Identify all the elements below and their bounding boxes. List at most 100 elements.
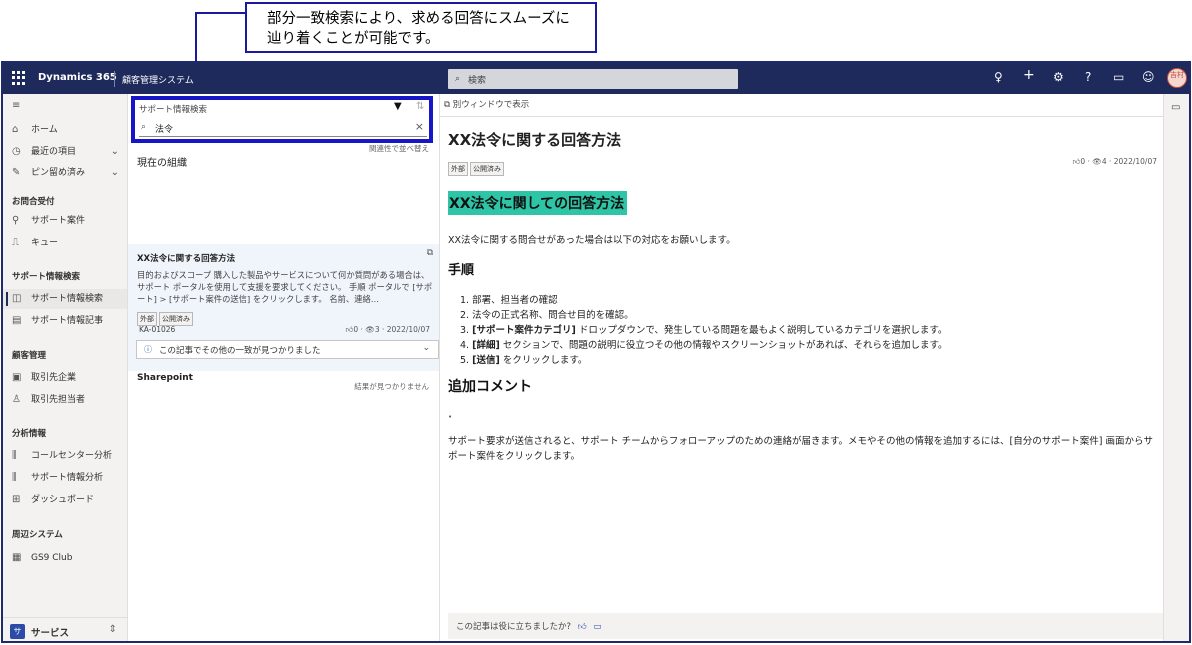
wrench-icon: ⚲ [12, 215, 20, 226]
sidebar-group-title: サポート情報検索 [12, 272, 81, 282]
chevron-updown-icon: ⇕ [108, 624, 117, 635]
sidebar-item-label: 取引先企業 [31, 373, 77, 383]
callout-line2: 辿り着くことが可能です。 [267, 31, 440, 47]
chat-icon[interactable]: ▭ [1171, 102, 1180, 113]
search-icon: ⌕ [455, 74, 461, 84]
list-item: 3. [サポート案件カテゴリ] ドロップダウンで、発生している問題を最もよく説明… [460, 325, 948, 336]
divider [440, 116, 1163, 117]
settings-icon[interactable]: ⚙ [1053, 70, 1064, 84]
sidebar-item-label: 取引先担当者 [31, 395, 86, 405]
sidebar-item-gs9-club[interactable]: ▦ GS9 Club [3, 548, 127, 568]
steps-heading: 手順 [448, 263, 475, 278]
tag: 外部 [448, 162, 468, 176]
chevron-down-icon: ⌄ [422, 343, 430, 353]
comment-icon[interactable]: ▭ [593, 622, 601, 632]
clock-icon: ◷ [12, 146, 21, 157]
sidebar-item-kb-search[interactable]: ◫ サポート情報検索 [3, 289, 127, 309]
list-item: 1. 部署、担当者の確認 [460, 295, 558, 306]
sidebar-group-title: お問合受付 [12, 197, 55, 207]
analytics-icon: ⫼ [12, 472, 17, 483]
analytics-icon: ⫼ [12, 450, 17, 461]
kb-result-id: KA-01026 [139, 325, 176, 334]
sharepoint-no-results: 結果が見つかりません [354, 382, 429, 391]
bullet-dot: • [448, 413, 453, 421]
sidebar-item-kb-analytics[interactable]: ⫼ サポート情報分析 [3, 468, 127, 488]
sidebar: ≡ ⌂ ホーム ◷ 最近の項目 ⌄ ✎ ピン留め済み ⌄ お問合受付 ⚲ サポート案件 ⎍ キ… [3, 94, 128, 641]
sidebar-item-cases[interactable]: ⚲ サポート案件 [3, 211, 127, 231]
comment-text: サポート要求が送信されると、サポート チームからフォローアップのための連絡が届き… [448, 436, 1153, 462]
sidebar-item-queue[interactable]: ⎍ キュー [3, 233, 127, 253]
likes-count: 0 [1080, 157, 1086, 166]
views-count: 3 [374, 325, 380, 334]
kb-search-highlight: サポート情報検索 ▼ ⇅ ⌕ 法令 × [131, 96, 433, 143]
chevron-down-icon[interactable]: ⌄ [111, 163, 119, 183]
sidebar-item-home[interactable]: ⌂ ホーム [3, 120, 127, 140]
sidebar-item-contacts[interactable]: ♙ 取引先担当者 [3, 390, 127, 410]
comment-heading: 追加コメント [448, 379, 532, 395]
app-window: Dynamics 365 顧客管理システム ⌕ 検索 ♀ + ⚙ ? ▭ ☺ 吉… [1, 61, 1191, 643]
area-label: サービス [31, 628, 70, 639]
sidebar-item-label: GS9 Club [31, 553, 73, 563]
kb-search-input[interactable]: ⌕ 法令 × [139, 119, 427, 137]
sidebar-item-recent[interactable]: ◷ 最近の項目 ⌄ [3, 142, 127, 162]
sidebar-item-accounts[interactable]: ▣ 取引先企業 [3, 368, 127, 388]
callout-line1: 部分一致検索により、求める回答にスムーズに [267, 11, 570, 27]
steps-list: 1. 部署、担当者の確認 2. 法令の正式名称、問合せ目的を確認。 3. [サポ… [460, 293, 948, 368]
lightbulb-icon[interactable]: ♀ [994, 70, 1003, 84]
list-item: 4. [詳細] セクションで、問題の説明に役立つその他の情報やスクリーンショット… [460, 340, 948, 351]
sidebar-item-callcenter-analytics[interactable]: ⫼ コールセンター分析 [3, 446, 127, 466]
kb-search-panel: サポート情報検索 ▼ ⇅ ⌕ 法令 × 関連性で並べ替え 現在の組織 XX法令に… [128, 94, 440, 641]
tag: 外部 [137, 312, 157, 326]
tag: 公開済み [159, 312, 193, 326]
app-launcher-icon[interactable] [12, 71, 26, 85]
sidebar-item-label: ピン留め済み [31, 168, 86, 178]
chat-icon[interactable]: ▭ [1113, 70, 1124, 84]
org-section-title: 現在の組織 [137, 158, 187, 169]
filter-icon[interactable]: ▼ [394, 101, 402, 112]
sidebar-item-dashboard[interactable]: ⊞ ダッシュボード [3, 490, 127, 510]
sidebar-item-label: サポート案件 [31, 216, 86, 226]
more-matches-toggle[interactable]: ⓘ この記事でその他の一致が見つかりました ⌄ [136, 340, 439, 359]
sidebar-item-kb-articles[interactable]: ▤ サポート情報記事 [3, 311, 127, 331]
sort-by-label[interactable]: 関連性で並べ替え [369, 143, 429, 154]
more-matches-label: この記事でその他の一致が見つかりました [159, 346, 321, 356]
kb-search-title: サポート情報検索 [139, 105, 208, 115]
sidebar-item-label: ホーム [31, 125, 58, 135]
callout-connector-h [195, 12, 246, 14]
chevron-down-icon[interactable]: ⌄ [111, 142, 119, 162]
global-search-placeholder: 検索 [468, 76, 487, 86]
dashboard-icon: ⊞ [12, 494, 21, 505]
area-switcher[interactable]: サ サービス ⇕ [3, 617, 127, 641]
list-item: 5. [送信] をクリックします。 [460, 355, 588, 366]
brand-title[interactable]: Dynamics 365 [38, 72, 117, 83]
sort-icon[interactable]: ⇅ [416, 101, 424, 112]
sidebar-menu-toggle[interactable]: ≡ [3, 96, 127, 116]
clear-icon[interactable]: × [415, 120, 424, 133]
thumbs-up-icon[interactable]: 👍︎ [578, 622, 587, 632]
kb-result-card[interactable]: XX法令に関する回答方法 ⧉ 目的およびスコープ 購入した製品やサービスについて… [128, 244, 439, 371]
article-tags: 外部 公開済み [448, 156, 506, 176]
plus-icon[interactable]: + [1023, 67, 1035, 83]
help-icon[interactable]: ? [1085, 70, 1091, 84]
article-title: XX法令に関する回答方法 [448, 131, 622, 149]
tag: 公開済み [470, 162, 504, 176]
smiley-icon[interactable]: ☺ [1142, 70, 1155, 84]
date: 2022/10/07 [386, 325, 430, 334]
open-in-new-window[interactable]: ⧉ 別ウィンドウで表示 [444, 98, 529, 110]
app-name[interactable]: 顧客管理システム [122, 73, 194, 86]
sidebar-group-title: 分析情報 [12, 429, 47, 439]
annotation-callout: 部分一致検索により、求める回答にスムーズに 辿り着くことが可能です。 [245, 2, 597, 53]
area-badge: サ [10, 624, 25, 639]
person-icon: ♙ [12, 394, 21, 405]
sidebar-item-label: ダッシュボード [31, 495, 95, 505]
avatar[interactable]: 吉村 [1167, 68, 1187, 88]
building-icon: ▣ [12, 372, 22, 383]
popout-label: 別ウィンドウで表示 [452, 100, 530, 110]
home-icon: ⌂ [12, 124, 19, 135]
kb-result-title[interactable]: XX法令に関する回答方法 [137, 252, 235, 264]
global-search-input[interactable]: ⌕ 検索 [448, 69, 738, 89]
kb-result-snippet: 目的およびスコープ 購入した製品やサービスについて何か質問がある場合は、サポート… [137, 270, 433, 304]
info-icon: ⓘ [144, 345, 152, 354]
sidebar-item-pinned[interactable]: ✎ ピン留め済み ⌄ [3, 163, 127, 183]
popout-icon[interactable]: ⧉ [427, 248, 433, 258]
